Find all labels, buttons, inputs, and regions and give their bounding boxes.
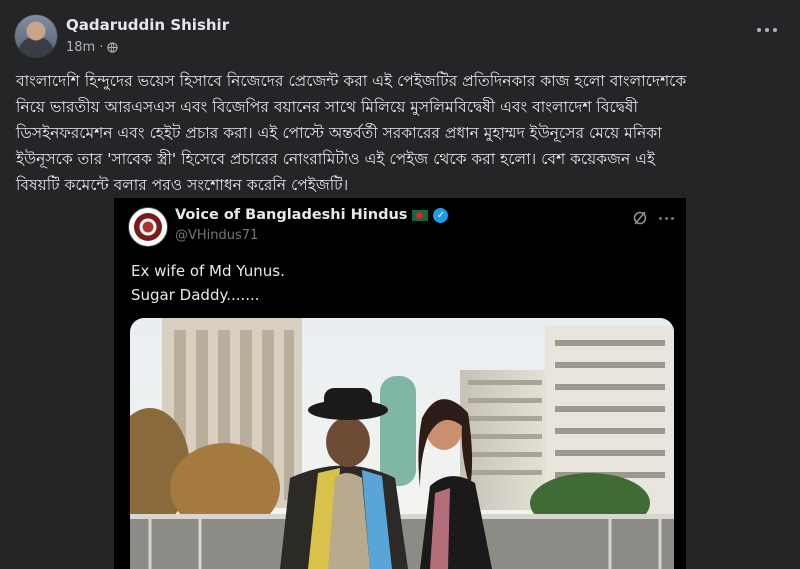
- embedded-tweet-image[interactable]: Voice of Bangladeshi Hindus ✓ @VHindus71…: [114, 198, 686, 569]
- photo-image: [130, 318, 674, 569]
- more-horizontal-icon: [757, 28, 761, 32]
- tweet-text-line: Ex wife of Md Yunus.: [131, 262, 285, 280]
- bangladesh-flag-icon: [412, 209, 429, 221]
- tweet-author-name: Voice of Bangladeshi Hindus: [175, 207, 408, 223]
- tweet-photo: [130, 318, 674, 569]
- post-body-line: নিয়ে ভারতীয় আরএসএস এবং বিজেপির বয়ানের…: [16, 98, 638, 116]
- tweet-author-name-row: Voice of Bangladeshi Hindus ✓: [175, 207, 449, 223]
- tweet-more-icon: [657, 210, 675, 226]
- tweet-text-line: Sugar Daddy.......: [131, 286, 260, 304]
- post-body-line: ইউনূসকে তার 'সাবেক স্ত্রী' হিসেবে প্রচার…: [16, 150, 656, 168]
- tweet-author-avatar: [128, 207, 168, 247]
- post-body-line: বাংলাদেশি হিন্দুদের ভয়েস হিসাবে নিজেদের…: [16, 72, 687, 90]
- grok-icon: [633, 211, 647, 225]
- post-time[interactable]: 18m: [66, 40, 95, 55]
- verified-badge-icon: ✓: [433, 207, 449, 223]
- tweet-author-handle: @VHindus71: [175, 228, 259, 243]
- post-header: Qadaruddin Shishir 18m ·: [0, 0, 800, 62]
- post-body-line: ডিসইনফরমেশন এবং হেইট প্রচার করা। এই পোস্…: [16, 124, 662, 142]
- post-body: বাংলাদেশি হিন্দুদের ভয়েস হিসাবে নিজেদের…: [16, 68, 784, 198]
- author-avatar[interactable]: [14, 14, 58, 58]
- author-name[interactable]: Qadaruddin Shishir: [66, 16, 229, 34]
- post-more-button[interactable]: [756, 22, 780, 38]
- globe-icon[interactable]: [107, 42, 119, 53]
- post-body-line: বিষয়টি কমেন্টে বলার পরও সংশোধন করেনি পে…: [16, 176, 349, 194]
- post-meta: 18m ·: [66, 40, 119, 55]
